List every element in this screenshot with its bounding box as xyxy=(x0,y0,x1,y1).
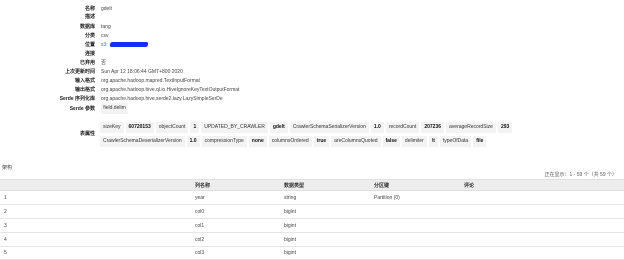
tp-key: objectCount xyxy=(155,122,189,133)
partition-key: Partition (0) xyxy=(374,195,400,201)
prop-key: 表属性 xyxy=(79,131,95,137)
table-row: 4 col2 bigint xyxy=(0,234,624,247)
column-header-type[interactable]: 数据类型 xyxy=(284,180,304,192)
tp-key: CrawlerSchemaSerializerVersion xyxy=(289,122,369,133)
column-type: bigint xyxy=(284,209,296,215)
tp-value: file xyxy=(473,136,487,147)
schema-table-header: 列名称 数据类型 分区键 评论 xyxy=(0,179,624,191)
row-index: 4 xyxy=(4,237,7,243)
tp-key: UPDATED_BY_CRAWLER xyxy=(201,122,268,133)
prop-row-last-updated: 上次更新时间 Sun Apr 12 18:06:44 GMT+800 2020 xyxy=(0,68,624,76)
tp-value: false xyxy=(382,136,400,147)
prop-value: Sun Apr 12 18:06:44 GMT+800 2020 xyxy=(101,69,183,75)
table-properties-row: sizeKey 60720153 objectCount 1 UPDATED_B… xyxy=(100,122,513,133)
prop-row-deprecated: 已弃用 否 xyxy=(0,59,624,67)
column-type: bigint xyxy=(284,237,296,243)
table-row: 3 col1 bigint xyxy=(0,220,624,233)
pagination-status: 正在显示：1 - 59 个（共 59 个） xyxy=(544,172,617,178)
table-properties-row: CrawlerSchemaDeserializerVersion 1.0 com… xyxy=(100,136,487,147)
prop-key: 输入格式 xyxy=(74,78,95,84)
tp-key: compressionType xyxy=(201,136,247,147)
redaction-mark xyxy=(109,42,149,48)
prop-key: 连接 xyxy=(84,51,95,57)
prop-key: 描述 xyxy=(84,14,95,20)
tp-value: 1 xyxy=(190,122,200,133)
column-name: col0 xyxy=(195,209,205,215)
prop-key: 名称 xyxy=(84,6,95,12)
row-index: 5 xyxy=(4,250,7,256)
column-name: year xyxy=(195,195,205,201)
column-name: col3 xyxy=(195,250,205,256)
prop-row-name: 名称 gdelt xyxy=(0,5,624,13)
prop-key: 输出格式 xyxy=(74,87,95,93)
column-name: col2 xyxy=(195,237,205,243)
prop-value: tang xyxy=(101,24,111,30)
tp-value: 207236 xyxy=(421,122,445,133)
prop-key: Serde 参数 xyxy=(69,106,95,112)
tp-key: areColumnsQuoted xyxy=(331,136,381,147)
prop-key: 数据库 xyxy=(79,24,95,30)
prop-row-output-format: 输出格式 org.apache.hadoop.hive.ql.io.HiveIg… xyxy=(0,86,624,94)
tp-key: typeOfData xyxy=(439,136,472,147)
column-header-comment[interactable]: 评论 xyxy=(464,180,474,192)
prop-value: csv xyxy=(101,33,109,39)
location-link-text[interactable]: s3: xyxy=(101,42,108,48)
tp-key: CrawlerSchemaDeserializerVersion xyxy=(100,136,185,147)
column-name: col1 xyxy=(195,223,205,229)
tp-key: columnsOrdered xyxy=(268,136,312,147)
tp-value: 1.0 xyxy=(370,122,384,133)
prop-row-input-format: 输入格式 org.apache.hadoop.mapred.TextInputF… xyxy=(0,77,624,85)
prop-key: 分类 xyxy=(84,33,95,39)
prop-row-database: 数据库 tang xyxy=(0,23,624,31)
prop-value: org.apache.hadoop.hive.serde2.lazy.LazyS… xyxy=(101,96,223,102)
column-type: bigint xyxy=(284,250,296,256)
location-link[interactable]: s3: xyxy=(101,41,149,49)
tp-key: recordCount xyxy=(385,122,420,133)
prop-key: 位置 xyxy=(84,42,95,48)
prop-row-location: 位置 s3: xyxy=(0,41,624,49)
prop-key: 已弃用 xyxy=(79,60,95,66)
row-index: 3 xyxy=(4,223,7,229)
serde-param-pill: field.delim xyxy=(101,103,128,114)
row-index: 1 xyxy=(4,195,7,201)
prop-value: 否 xyxy=(101,60,107,66)
tp-value: 293 xyxy=(497,122,513,133)
tp-key: sizeKey xyxy=(100,122,124,133)
tp-value: true xyxy=(313,136,330,147)
tp-value: \t xyxy=(428,136,438,147)
table-row: 5 col3 bigint xyxy=(0,247,624,260)
prop-row-serde-library: Serde 序列化库 org.apache.hadoop.hive.serde2… xyxy=(0,95,624,103)
prop-key: 上次更新时间 xyxy=(64,69,95,75)
tp-value: none xyxy=(248,136,267,147)
tp-value: 1.0 xyxy=(186,136,200,147)
prop-value: org.apache.hadoop.hive.ql.io.HiveIgnoreK… xyxy=(101,87,240,93)
table-row: 1 year string Partition (0) xyxy=(0,192,624,205)
prop-row-classification: 分类 csv xyxy=(0,32,624,40)
column-header-partition-key[interactable]: 分区键 xyxy=(374,180,389,192)
tp-value: 60720153 xyxy=(125,122,154,133)
schema-section-title: 架构 xyxy=(2,165,13,171)
prop-row-description: 描述 xyxy=(0,13,624,21)
column-header-name[interactable]: 列名称 xyxy=(195,180,210,192)
tp-key: delimiter xyxy=(401,136,427,147)
prop-row-connection: 连接 xyxy=(0,50,624,58)
column-type: string xyxy=(284,195,297,201)
prop-value: org.apache.hadoop.mapred.TextInputFormat xyxy=(101,78,200,84)
tp-value: gdelt xyxy=(269,122,288,133)
prop-row-serde-params: Serde 参数 xyxy=(0,105,624,113)
prop-value: gdelt xyxy=(101,6,112,12)
tp-key: averageRecordSize xyxy=(446,122,496,133)
row-index: 2 xyxy=(4,209,7,215)
column-type: bigint xyxy=(284,223,296,229)
prop-key: Serde 序列化库 xyxy=(59,96,95,102)
table-row: 2 col0 bigint xyxy=(0,206,624,219)
